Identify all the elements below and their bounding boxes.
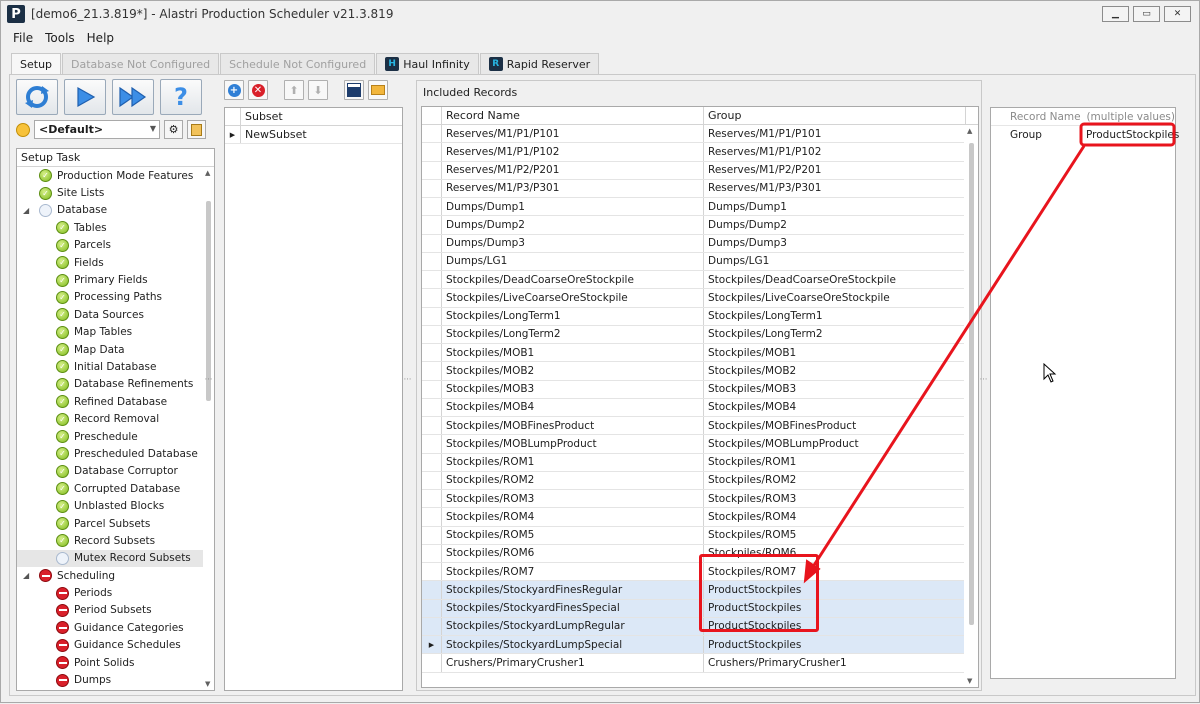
annotation-arrow — [803, 122, 1176, 584]
mouse-cursor-icon — [1043, 363, 1057, 383]
annotation-arrow-line — [807, 145, 1086, 574]
annotation-arrowhead — [803, 559, 821, 584]
app-window: P [demo6_21.3.819*] - Alastri Production… — [0, 0, 1200, 703]
annotation-value-box — [1079, 122, 1176, 147]
